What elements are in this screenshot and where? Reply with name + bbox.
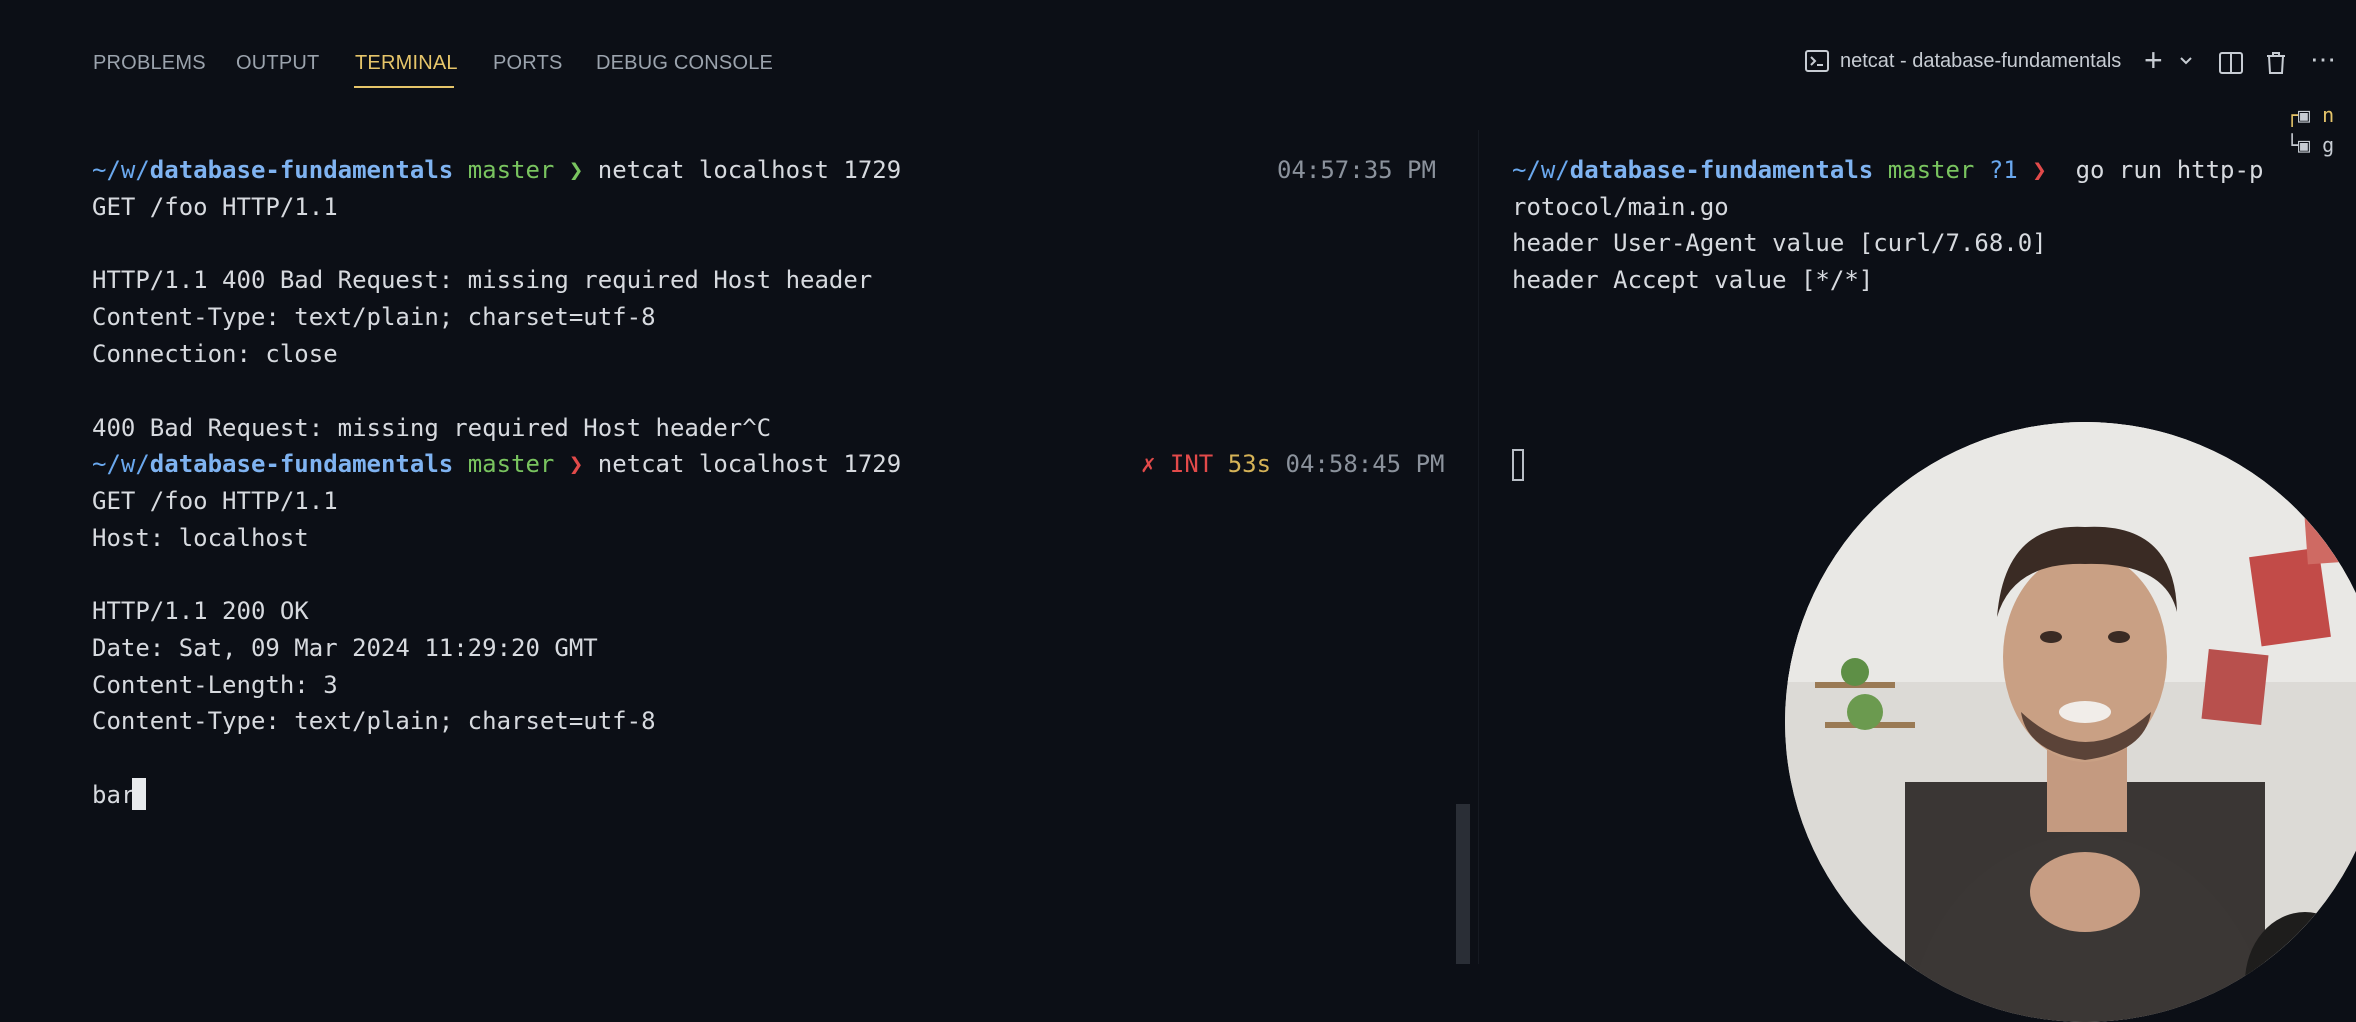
output-line: Content-Length: 3 [92,671,338,699]
output-line: Date: Sat, 09 Mar 2024 11:29:20 GMT [92,634,598,662]
prompt-status: ✗ INT 53s 04:58:45 PM [1141,450,1445,478]
output-line: Connection: close [92,340,338,368]
terminal-name[interactable]: netcat - database-fundamentals [1840,50,2121,73]
panel-tab-bar: PROBLEMS OUTPUT TERMINAL PORTS DEBUG CON… [0,0,2356,130]
output-line: HTTP/1.1 200 OK [92,597,309,625]
add-terminal-icon[interactable]: + [2144,42,2163,79]
active-tab-indicator [354,86,454,88]
split-terminal-icon[interactable] [2218,50,2244,82]
output-line: HTTP/1.1 400 Bad Request: missing requir… [92,266,873,294]
terminal-cursor [1512,449,1524,481]
output-line: 400 Bad Request: missing required Host h… [92,414,772,442]
tab-output[interactable]: OUTPUT [236,52,319,75]
terminal-list-item[interactable]: └▣ g [2286,130,2334,160]
tab-ports[interactable]: PORTS [493,52,563,75]
terminal-scrollbar[interactable] [1456,804,1470,964]
prompt-line: ~/w/database-fundamentals master ❯ netca… [92,156,902,184]
terminal-list: ┌▣ n └▣ g [2286,100,2334,160]
webcam-overlay [1785,422,2356,1022]
more-icon[interactable]: ⋯ [2310,44,2336,75]
output-line: Host: localhost [92,524,309,552]
presenter-video-image [1785,422,2356,1022]
output-line: header User-Agent value [curl/7.68.0] [1512,229,2047,257]
trash-icon[interactable] [2264,50,2288,82]
chevron-down-icon[interactable] [2178,52,2194,75]
terminal-cursor [132,778,146,810]
terminal-icon [1804,48,1830,80]
terminal-split-divider[interactable] [1478,130,1479,964]
tab-terminal[interactable]: TERMINAL [355,52,458,75]
prompt-line: ~/w/database-fundamentals master ?1 ❯ go… [1512,156,2264,184]
output-line: GET /foo HTTP/1.1 [92,487,338,515]
prompt-timestamp: 04:57:35 PM [1277,156,1436,184]
tab-problems[interactable]: PROBLEMS [93,52,206,75]
output-line: GET /foo HTTP/1.1 [92,193,338,221]
output-line: rotocol/main.go [1512,193,1729,221]
prompt-line: ~/w/database-fundamentals master ❯ netca… [92,450,902,478]
output-line: Content-Type: text/plain; charset=utf-8 [92,303,656,331]
tab-debug-console[interactable]: DEBUG CONSOLE [596,52,773,75]
output-line: bar [92,781,136,809]
output-line: Content-Type: text/plain; charset=utf-8 [92,707,656,735]
terminal-list-item[interactable]: ┌▣ n [2286,100,2334,130]
output-line: header Accept value [*/*] [1512,266,1874,294]
